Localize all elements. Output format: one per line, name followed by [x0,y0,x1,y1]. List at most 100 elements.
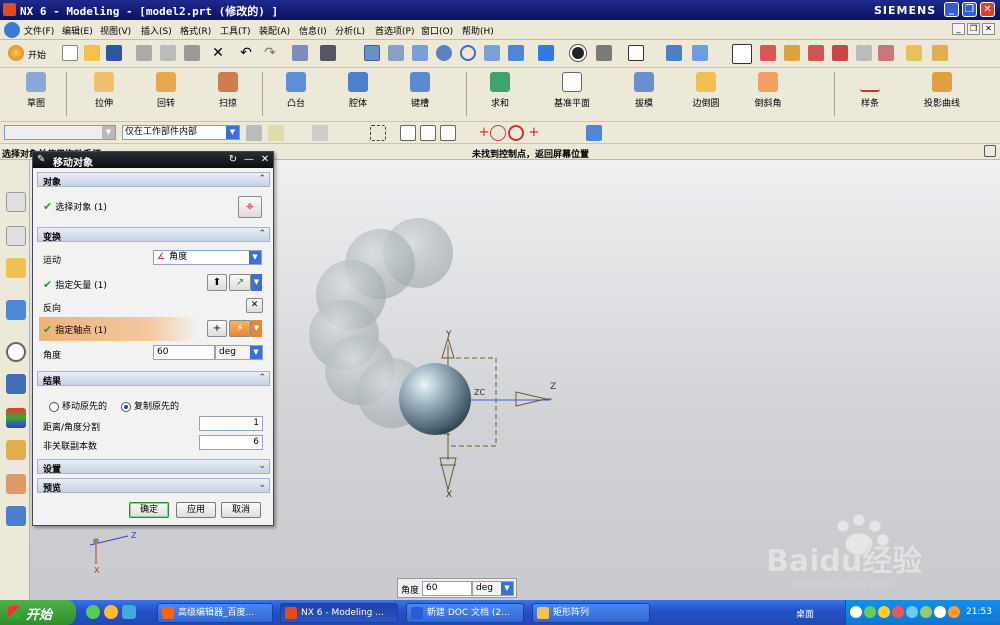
specify-vector-row[interactable]: ✔ 指定矢量 (1) [43,278,107,291]
onscreen-angle-value[interactable]: 60 [422,581,472,596]
draft-button[interactable]: 拔模 [614,72,674,109]
dialog-pin-icon[interactable]: ✎ [37,154,45,165]
orient-icon[interactable] [508,45,524,61]
history-icon[interactable] [6,342,26,362]
onscreen-angle-unit-select[interactable]: deg ▼ [472,581,514,596]
constraint-navigator-icon[interactable] [6,226,26,246]
tray-icon[interactable] [892,606,904,618]
menu-tools[interactable]: 工具(T) [220,24,251,37]
menu-insert[interactable]: 插入(S) [141,24,172,37]
snap-mid-icon[interactable] [440,125,456,141]
sketch-button[interactable]: 草图 [6,72,66,109]
doc-minimize-button[interactable]: _ [952,23,965,35]
sweep-button[interactable]: 扫掠 [198,72,258,109]
layer-icon[interactable] [666,45,682,61]
menu-window[interactable]: 窗口(O) [421,24,453,37]
desktop-toolbar-label[interactable]: 桌面 [796,607,814,620]
angle-input[interactable]: 60 [153,345,215,360]
qq-icon[interactable] [878,606,890,618]
chamfer-button[interactable]: 倒斜角 [738,72,798,109]
close-button[interactable]: ✕ [980,2,995,17]
distance-angle-divisions-input[interactable]: 1 [199,416,263,431]
section-settings[interactable]: 设置 ⌄ [37,459,270,475]
dialog-close-icon[interactable]: ✕ [259,154,271,166]
volume-icon[interactable] [934,606,946,618]
status-expand-icon[interactable] [984,145,996,157]
copy-icon[interactable] [160,45,176,61]
pocket-button[interactable]: 腔体 [328,72,388,109]
app-menu-icon[interactable] [4,22,20,38]
boss-button[interactable]: 凸台 [266,72,326,109]
background-color-icon[interactable] [628,45,644,61]
restore-button[interactable]: ❐ [962,2,977,17]
view-options-icon[interactable] [320,45,336,61]
snap-quadrant-icon[interactable] [508,125,524,141]
magnify-icon[interactable] [436,45,452,61]
reset-icon[interactable]: ↻ [227,154,239,166]
x-handle-cone[interactable] [439,457,457,491]
move-original-radio[interactable]: 移动原先的 [49,399,107,412]
point-dialog-button[interactable]: + [207,320,227,337]
apply-button[interactable]: 应用 [176,502,216,518]
section-result[interactable]: 结果 ⌃ [37,371,270,387]
doc-close-button[interactable]: ✕ [982,23,995,35]
task-folder[interactable]: 矩形阵列 [532,603,650,623]
chevron-down-icon[interactable]: ▼ [251,274,262,291]
menu-info[interactable]: 信息(I) [299,24,327,37]
vector-dialog-button[interactable]: ⬆ [207,274,227,291]
snap-body-icon[interactable] [586,125,602,141]
selection-scope-select[interactable]: 仅在工作部件内部 ▼ [122,125,240,140]
quicklaunch-icon[interactable] [86,605,100,619]
reverse-direction-button[interactable]: ✕ [246,298,263,313]
z-handle-cone[interactable] [515,391,547,407]
menu-preferences[interactable]: 首选项(P) [375,24,414,37]
snap-toggle-icon[interactable] [400,125,416,141]
quicklaunch-icon[interactable] [122,605,136,619]
paste-icon[interactable] [184,45,200,61]
minimize-button[interactable]: _ [944,2,959,17]
zoom-icon[interactable] [412,45,428,61]
collapse-dialog-icon[interactable]: — [243,154,255,166]
type-filter-select[interactable]: ▼ [4,125,116,140]
ok-button[interactable]: 确定 [129,502,169,518]
point-inferred-button[interactable]: ⚡ [229,320,251,337]
manufacturing-wizard-icon[interactable] [6,440,26,460]
project-curve-button[interactable]: 投影曲线 [912,72,972,109]
start-button[interactable]: 开始 [28,48,46,61]
select-body-icon[interactable] [312,125,328,141]
delete-icon[interactable]: ✕ [210,45,226,61]
tray-icon[interactable] [906,606,918,618]
cut-icon[interactable] [136,45,152,61]
reuse-library-icon[interactable] [6,300,26,320]
rectangle-select-icon[interactable] [370,125,386,141]
menu-file[interactable]: 文件(F) [24,24,54,37]
view-cube-icon[interactable] [538,45,554,61]
system-scenes-icon[interactable] [6,506,26,526]
menu-view[interactable]: 视图(V) [100,24,131,37]
open-folder-icon[interactable] [84,45,100,61]
menu-help[interactable]: 帮助(H) [462,24,494,37]
datum-plane-button[interactable]: 基准平面 [542,72,602,109]
cancel-button[interactable]: 取消 [221,502,261,518]
shaded-display-icon[interactable] [570,45,586,61]
system-materials-icon[interactable] [6,374,26,394]
non-associative-copies-input[interactable]: 6 [199,435,263,450]
start-menu-button[interactable]: 开始 [0,600,76,625]
process-studio-icon[interactable] [6,408,26,428]
deselect-icon[interactable] [878,45,894,61]
tray-icon[interactable] [920,606,932,618]
motion-select[interactable]: ∡ 角度 ▼ [153,250,262,265]
render-style-icon[interactable] [596,45,612,61]
new-file-icon[interactable] [62,45,78,61]
task-word[interactable]: 新建 DOC 文档 (2... [406,603,524,623]
tray-icon[interactable] [864,606,876,618]
select-icon[interactable] [856,45,872,61]
pan-icon[interactable] [484,45,500,61]
quicklaunch-icon[interactable] [104,605,118,619]
undo-icon[interactable]: ↶ [238,45,254,61]
fit-view-icon[interactable] [364,45,380,61]
slot-button[interactable]: 键槽 [390,72,450,109]
spline-button[interactable]: 样条 [840,72,900,109]
end-point-icon[interactable] [760,45,776,61]
crosshair-select-button[interactable]: ⌖ [238,196,262,218]
